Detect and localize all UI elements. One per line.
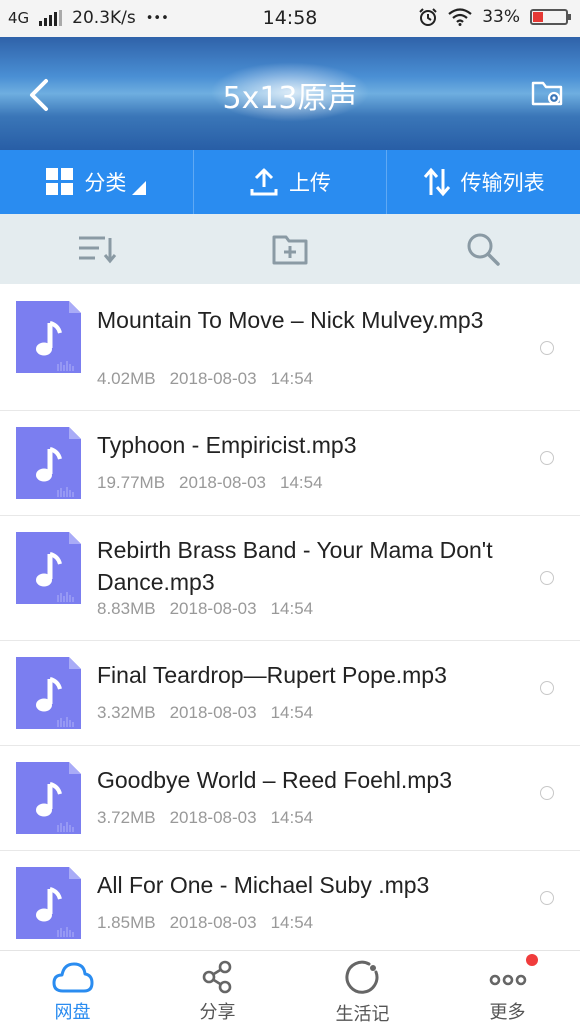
nav-life-record[interactable]: 生活记 xyxy=(290,951,435,1032)
music-file-icon xyxy=(16,427,81,499)
file-size: 1.85MB xyxy=(97,913,156,932)
file-row[interactable]: Final Teardrop—Rupert Pope.mp3 3.32MB 201… xyxy=(0,641,580,746)
life-record-icon xyxy=(344,960,378,994)
select-radio[interactable] xyxy=(540,891,554,905)
header: 5x13原声 xyxy=(0,37,580,150)
cloud-icon xyxy=(52,962,93,993)
nav-share[interactable]: 分享 xyxy=(145,951,290,1032)
alarm-icon xyxy=(419,8,437,26)
file-size: 19.77MB xyxy=(97,473,166,492)
file-row[interactable]: Typhoon - Empiricist.mp3 19.77MB 2018-08-… xyxy=(0,411,580,516)
file-meta: 19.77MB 2018-08-03 14:54 xyxy=(97,473,323,493)
select-radio[interactable] xyxy=(540,571,554,585)
file-row[interactable]: Goodbye World – Reed Foehl.mp3 3.72MB 201… xyxy=(0,746,580,851)
file-time: 14:54 xyxy=(270,369,314,388)
file-time: 14:54 xyxy=(270,599,314,618)
file-row[interactable]: Rebirth Brass Band - Your Mama Don't Dan… xyxy=(0,516,580,641)
file-date: 2018-08-03 xyxy=(169,808,257,827)
music-file-icon xyxy=(16,762,81,834)
folder-add-icon xyxy=(272,235,308,265)
file-date: 2018-08-03 xyxy=(169,599,257,618)
notification-dot xyxy=(526,954,538,966)
wifi-icon xyxy=(448,8,472,26)
file-name: Typhoon - Empiricist.mp3 xyxy=(97,432,357,458)
file-row[interactable]: All For One - Michael Suby .mp3 1.85MB 20… xyxy=(0,851,580,955)
transfer-list-button[interactable]: 传输列表 xyxy=(386,150,580,214)
file-time: 14:54 xyxy=(270,808,314,827)
file-list: Mountain To Move – Nick Mulvey.mp3 4.02M… xyxy=(0,286,580,955)
sort-icon xyxy=(78,236,116,264)
upload-button[interactable]: 上传 xyxy=(192,150,387,214)
music-file-icon xyxy=(16,532,81,604)
upload-icon xyxy=(250,168,278,196)
grid-icon xyxy=(46,168,74,195)
file-name: Mountain To Move – Nick Mulvey.mp3 xyxy=(97,307,484,333)
select-radio[interactable] xyxy=(540,786,554,800)
file-meta: 3.72MB 2018-08-03 14:54 xyxy=(97,808,313,828)
nav-cloud-drive[interactable]: 网盘 xyxy=(0,951,145,1032)
file-meta: 3.32MB 2018-08-03 14:54 xyxy=(97,703,313,723)
file-meta: 8.83MB 2018-08-03 14:54 xyxy=(97,599,313,619)
search-button[interactable] xyxy=(387,214,580,284)
select-radio[interactable] xyxy=(540,451,554,465)
action-bar: 分类 上传 传输列表 xyxy=(0,150,580,214)
file-name: Goodbye World – Reed Foehl.mp3 xyxy=(97,767,452,793)
file-time: 14:54 xyxy=(270,703,314,722)
triangle-down-icon xyxy=(132,181,147,195)
nav-label: 网盘 xyxy=(54,1002,91,1023)
file-date: 2018-08-03 xyxy=(169,369,257,388)
status-bar: 4G 20.3K/s ••• 14:58 33% xyxy=(0,0,580,37)
category-label: 分类 xyxy=(84,171,127,195)
battery-icon xyxy=(530,9,571,25)
select-radio[interactable] xyxy=(540,681,554,695)
transfer-icon xyxy=(423,167,450,197)
file-date: 2018-08-03 xyxy=(169,913,257,932)
file-size: 4.02MB xyxy=(97,369,156,388)
music-file-icon xyxy=(16,301,81,373)
transfer-label: 传输列表 xyxy=(460,171,545,195)
select-radio[interactable] xyxy=(540,341,554,355)
file-meta: 4.02MB 2018-08-03 14:54 xyxy=(97,369,313,389)
sort-button[interactable] xyxy=(0,214,193,284)
file-time: 14:54 xyxy=(270,913,314,932)
toolbar xyxy=(0,214,580,284)
file-name: Final Teardrop—Rupert Pope.mp3 xyxy=(97,662,447,688)
file-row[interactable]: Mountain To Move – Nick Mulvey.mp3 4.02M… xyxy=(0,286,580,411)
file-date: 2018-08-03 xyxy=(179,473,267,492)
nav-label: 更多 xyxy=(489,1002,526,1023)
new-folder-button[interactable] xyxy=(193,214,386,284)
file-meta: 1.85MB 2018-08-03 14:54 xyxy=(97,913,313,933)
battery-percent: 33% xyxy=(482,7,520,27)
search-icon xyxy=(467,233,501,266)
page-title: 5x13原声 xyxy=(222,81,358,116)
nav-label: 分享 xyxy=(199,1002,236,1023)
share-icon xyxy=(202,960,231,994)
file-name: Rebirth Brass Band - Your Mama Don't Dan… xyxy=(97,537,493,595)
upload-label: 上传 xyxy=(289,171,331,195)
file-date: 2018-08-03 xyxy=(169,703,257,722)
nav-label: 生活记 xyxy=(335,1004,390,1025)
folder-settings-icon[interactable] xyxy=(530,77,564,109)
bottom-nav: 网盘 分享 生活记 更多 xyxy=(0,950,580,1032)
file-name: All For One - Michael Suby .mp3 xyxy=(97,872,430,898)
nav-more[interactable]: 更多 xyxy=(435,951,580,1032)
more-icon xyxy=(489,974,526,986)
category-button[interactable]: 分类 xyxy=(0,150,193,214)
music-file-icon xyxy=(16,657,81,729)
music-file-icon xyxy=(16,867,81,939)
file-size: 8.83MB xyxy=(97,599,156,618)
file-size: 3.32MB xyxy=(97,703,156,722)
file-size: 3.72MB xyxy=(97,808,156,827)
file-time: 14:54 xyxy=(280,473,323,492)
